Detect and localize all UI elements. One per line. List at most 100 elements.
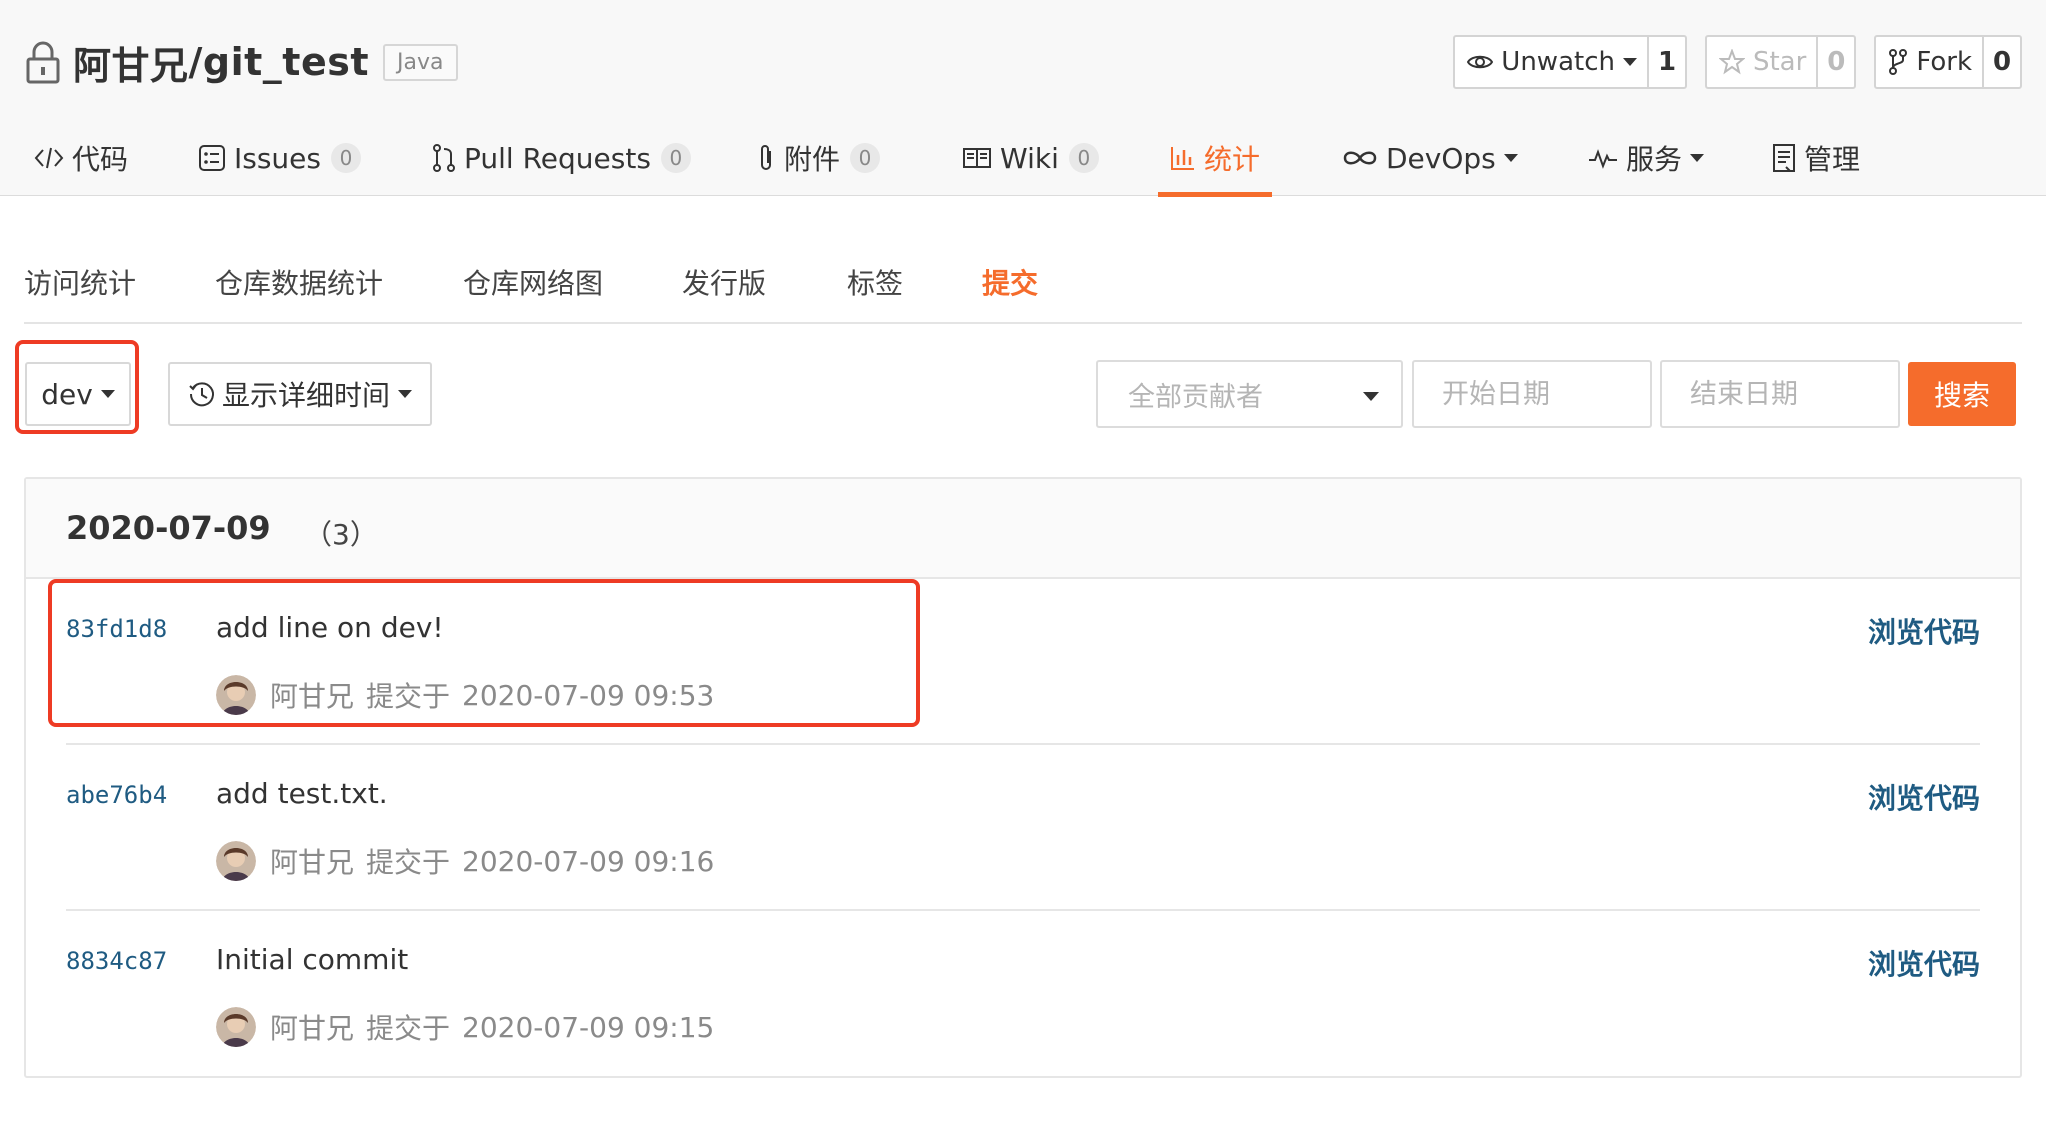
- contributor-select[interactable]: 全部贡献者: [1096, 360, 1403, 428]
- infinity-icon: [1343, 151, 1377, 165]
- tab-pull-requests-label: Pull Requests: [464, 141, 651, 175]
- commit-author[interactable]: 阿甘兄: [270, 841, 354, 881]
- tab-pull-requests[interactable]: Pull Requests 0: [432, 120, 691, 196]
- commit-committed-label: 提交于: [366, 1012, 451, 1045]
- commit-list-panel: 2020-07-09 （3） 83fd1d8 add line on dev! …: [24, 477, 2022, 1078]
- tab-services-label: 服务: [1626, 143, 1683, 176]
- repo-header: 阿甘兄 / git_test Java Unwatch 1 Star 0 For…: [0, 0, 2046, 197]
- commit-time: 2020-07-09 09:16: [462, 844, 715, 878]
- commit-meta: 阿甘兄 提交于 2020-07-09 09:53: [216, 675, 714, 715]
- commit-author[interactable]: 阿甘兄: [270, 1007, 354, 1047]
- branch-label: dev: [41, 377, 93, 411]
- commit-author[interactable]: 阿甘兄: [270, 675, 354, 715]
- tab-issues[interactable]: Issues 0: [198, 120, 361, 196]
- avatar[interactable]: [216, 841, 256, 881]
- repo-title: 阿甘兄 / git_test Java: [25, 32, 458, 92]
- subnav-visit-stats[interactable]: 访问统计: [24, 262, 136, 302]
- commit-group-date: 2020-07-09: [66, 509, 271, 547]
- chevron-down-icon: [1690, 154, 1705, 162]
- fork-button[interactable]: Fork: [1876, 37, 1984, 87]
- commit-row: 8834c87 Initial commit 阿甘兄 提交于 2020-07-0…: [26, 911, 2020, 1077]
- tab-pull-requests-count: 0: [660, 143, 691, 173]
- pulse-icon: [1589, 149, 1617, 169]
- star-button[interactable]: Star: [1707, 37, 1819, 87]
- commit-sha-link[interactable]: 83fd1d8: [66, 615, 167, 643]
- unwatch-label: Unwatch: [1501, 47, 1615, 77]
- lock-icon: [26, 41, 60, 84]
- commit-message[interactable]: add line on dev!: [216, 611, 444, 644]
- commit-group-count: （3）: [304, 518, 378, 551]
- browse-code-link[interactable]: 浏览代码: [1868, 943, 1980, 983]
- chevron-down-icon: [1503, 154, 1518, 162]
- tab-devops-label: DevOps: [1386, 141, 1496, 175]
- avatar[interactable]: [216, 675, 256, 715]
- tab-code[interactable]: 代码: [34, 120, 128, 196]
- show-detailed-time-label: 显示详细时间: [221, 379, 390, 412]
- repo-separator: /: [188, 40, 203, 84]
- watch-count[interactable]: 1: [1649, 37, 1685, 87]
- language-badge: Java: [383, 43, 458, 81]
- tab-issues-label: Issues: [234, 141, 321, 175]
- avatar[interactable]: [216, 1007, 256, 1047]
- eye-icon: [1467, 55, 1494, 69]
- tab-manage[interactable]: 管理: [1772, 120, 1860, 196]
- repo-name-link[interactable]: git_test: [203, 40, 369, 84]
- document-icon: [1773, 144, 1795, 172]
- subnav-repo-data-stats[interactable]: 仓库数据统计: [215, 262, 383, 302]
- commit-message[interactable]: add test.txt.: [216, 777, 388, 810]
- tab-issues-count: 0: [331, 143, 361, 173]
- browse-code-link[interactable]: 浏览代码: [1868, 611, 1980, 651]
- commit-meta: 阿甘兄 提交于 2020-07-09 09:15: [216, 1007, 714, 1047]
- commit-meta: 阿甘兄 提交于 2020-07-09 09:16: [216, 841, 714, 881]
- tab-wiki-count: 0: [1068, 143, 1099, 173]
- tab-devops[interactable]: DevOps: [1342, 120, 1518, 196]
- subnav-tags[interactable]: 标签: [847, 262, 903, 302]
- code-icon: [34, 147, 64, 169]
- commit-message[interactable]: Initial commit: [216, 943, 408, 976]
- chevron-down-icon: [1363, 392, 1379, 401]
- browse-code-link[interactable]: 浏览代码: [1868, 777, 1980, 817]
- start-date-input[interactable]: [1412, 360, 1652, 428]
- book-icon: [963, 148, 991, 168]
- commit-sha-link[interactable]: 8834c87: [66, 947, 167, 975]
- commit-committed-label: 提交于: [366, 680, 451, 713]
- subnav-releases[interactable]: 发行版: [682, 262, 766, 302]
- watch-button-group: Unwatch 1: [1453, 35, 1687, 89]
- tab-wiki[interactable]: Wiki 0: [962, 120, 1099, 196]
- chevron-down-icon: [100, 390, 115, 398]
- star-count[interactable]: 0: [1818, 37, 1854, 87]
- clock-history-icon: [189, 382, 214, 407]
- fork-count[interactable]: 0: [1984, 37, 2020, 87]
- repo-owner-link[interactable]: 阿甘兄: [73, 35, 189, 90]
- tab-attachments[interactable]: 附件 0: [756, 120, 881, 196]
- end-date-input[interactable]: [1660, 360, 1900, 428]
- statistics-subnav: 访问统计 仓库数据统计 仓库网络图 发行版 标签 提交: [24, 252, 2022, 324]
- subnav-commits[interactable]: 提交: [982, 262, 1038, 302]
- chevron-down-icon: [398, 390, 412, 398]
- tab-statistics[interactable]: 统计: [1158, 120, 1273, 197]
- unwatch-button[interactable]: Unwatch: [1455, 37, 1649, 87]
- tab-services[interactable]: 服务: [1588, 120, 1705, 196]
- tab-statistics-label: 统计: [1204, 143, 1261, 176]
- commit-time: 2020-07-09 09:15: [462, 1010, 715, 1044]
- tab-wiki-label: Wiki: [1000, 141, 1059, 175]
- commit-committed-label: 提交于: [366, 846, 451, 879]
- commit-time: 2020-07-09 09:53: [462, 678, 715, 712]
- commit-date-header: 2020-07-09 （3）: [26, 479, 2020, 579]
- contributor-placeholder: 全部贡献者: [1128, 381, 1263, 413]
- fork-button-group: Fork 0: [1874, 35, 2022, 89]
- commit-sha-link[interactable]: abe76b4: [66, 781, 167, 809]
- branch-select[interactable]: dev: [25, 362, 131, 426]
- issues-icon: [199, 145, 225, 171]
- tab-attachments-count: 0: [850, 143, 881, 173]
- tab-code-label: 代码: [72, 143, 129, 176]
- tab-attachments-label: 附件: [784, 143, 841, 176]
- subnav-network-graph[interactable]: 仓库网络图: [463, 262, 603, 302]
- commit-row: abe76b4 add test.txt. 阿甘兄 提交于 2020-07-09…: [26, 745, 2020, 911]
- star-label: Star: [1752, 47, 1807, 77]
- paperclip-icon: [761, 145, 771, 170]
- repo-actions: Unwatch 1 Star 0 Fork 0: [1453, 35, 2022, 89]
- show-detailed-time-button[interactable]: 显示详细时间: [168, 362, 432, 426]
- search-button[interactable]: 搜索: [1908, 362, 2016, 426]
- bar-chart-icon: [1171, 147, 1194, 170]
